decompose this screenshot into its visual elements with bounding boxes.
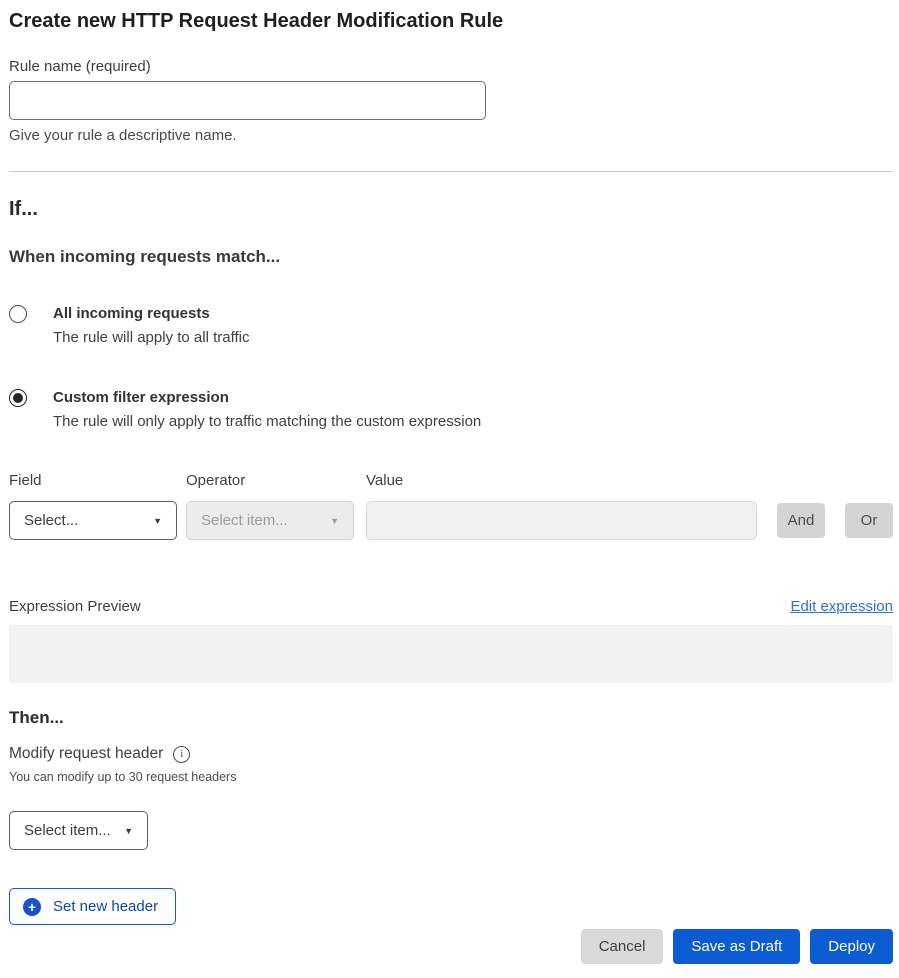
radio-all-incoming-description: The rule will apply to all traffic: [53, 328, 249, 347]
expression-preview-box: [9, 625, 893, 683]
radio-all-incoming-icon[interactable]: [9, 305, 27, 323]
deploy-button[interactable]: Deploy: [810, 929, 893, 964]
modify-header-helper: You can modify up to 30 request headers: [9, 770, 893, 784]
operator-select-value: Select item...: [201, 512, 288, 529]
page-title: Create new HTTP Request Header Modificat…: [9, 9, 893, 34]
chevron-down-icon: ▼: [153, 516, 162, 526]
field-select[interactable]: Select... ▼: [9, 501, 177, 540]
create-rule-page: Create new HTTP Request Header Modificat…: [0, 0, 899, 978]
field-select-value: Select...: [24, 512, 78, 529]
value-label: Value: [366, 471, 757, 490]
if-heading: If...: [9, 197, 893, 221]
match-subheading: When incoming requests match...: [9, 246, 893, 267]
section-divider: [9, 171, 893, 172]
rule-name-helper: Give your rule a descriptive name.: [9, 126, 893, 145]
header-item-select[interactable]: Select item... ▼: [9, 811, 148, 850]
chevron-down-icon: ▼: [124, 826, 133, 836]
expression-builder-row: Field Select... ▼ Operator Select item..…: [9, 471, 893, 540]
or-button[interactable]: Or: [845, 503, 893, 538]
and-button[interactable]: And: [777, 503, 825, 538]
operator-select[interactable]: Select item... ▼: [186, 501, 354, 540]
info-icon[interactable]: i: [173, 746, 190, 763]
modify-header-row: Modify request header i: [9, 745, 893, 763]
save-as-draft-button[interactable]: Save as Draft: [673, 929, 800, 964]
radio-custom-filter-label[interactable]: Custom filter expression: [53, 388, 481, 407]
operator-label: Operator: [186, 471, 354, 490]
expression-preview-header: Expression Preview Edit expression: [9, 598, 893, 615]
rule-name-label: Rule name (required): [9, 57, 893, 76]
edit-expression-link[interactable]: Edit expression: [790, 598, 893, 615]
radio-option-all-requests[interactable]: All incoming requests The rule will appl…: [9, 304, 893, 347]
header-item-select-value: Select item...: [24, 822, 111, 839]
radio-custom-filter-description: The rule will only apply to traffic matc…: [53, 412, 481, 431]
field-label: Field: [9, 471, 177, 490]
expression-preview-label: Expression Preview: [9, 598, 141, 615]
value-input[interactable]: [366, 501, 757, 540]
radio-option-custom-filter[interactable]: Custom filter expression The rule will o…: [9, 388, 893, 431]
set-new-header-button[interactable]: + Set new header: [9, 888, 176, 925]
modify-request-header-label: Modify request header: [9, 745, 163, 763]
radio-all-incoming-label[interactable]: All incoming requests: [53, 304, 249, 323]
cancel-button[interactable]: Cancel: [581, 929, 664, 964]
set-new-header-label: Set new header: [53, 898, 158, 915]
footer-actions: Cancel Save as Draft Deploy: [9, 929, 893, 964]
plus-icon: +: [23, 898, 41, 916]
radio-custom-filter-icon[interactable]: [9, 389, 27, 407]
chevron-down-icon: ▼: [330, 516, 339, 526]
rule-name-input[interactable]: [9, 81, 486, 120]
then-heading: Then...: [9, 707, 893, 728]
